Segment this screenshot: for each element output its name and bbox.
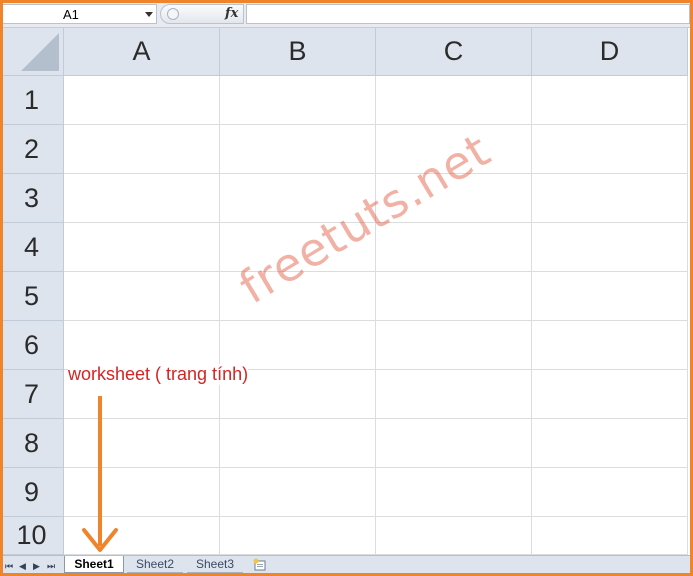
column-header-c[interactable]: C	[376, 28, 532, 76]
next-sheet-icon[interactable]: ▶	[33, 559, 40, 573]
column-header-b[interactable]: B	[220, 28, 376, 76]
insert-sheet-icon[interactable]	[252, 558, 268, 571]
cell-d6[interactable]	[532, 321, 688, 370]
cell-c7[interactable]	[376, 370, 532, 419]
name-box[interactable]: A1	[2, 4, 157, 24]
select-all-icon	[21, 33, 59, 71]
insert-function-icon[interactable]: fx	[225, 6, 238, 21]
row-header-9[interactable]: 9	[0, 468, 64, 517]
cell-a1[interactable]	[64, 76, 220, 125]
column-header-d[interactable]: D	[532, 28, 688, 76]
cell-c10[interactable]	[376, 517, 532, 555]
cell-c9[interactable]	[376, 468, 532, 517]
cell-b8[interactable]	[220, 419, 376, 468]
cell-b1[interactable]	[220, 76, 376, 125]
cell-d5[interactable]	[532, 272, 688, 321]
row-header-1[interactable]: 1	[0, 76, 64, 125]
cell-d9[interactable]	[532, 468, 688, 517]
cell-c6[interactable]	[376, 321, 532, 370]
cell-c5[interactable]	[376, 272, 532, 321]
sheet-tab-bar: ⏮ ◀ ▶ ⏭ Sheet1 Sheet2 Sheet3	[0, 555, 693, 576]
cell-a5[interactable]	[64, 272, 220, 321]
chevron-down-icon[interactable]	[145, 12, 153, 17]
row-header-6[interactable]: 6	[0, 321, 64, 370]
cell-d8[interactable]	[532, 419, 688, 468]
sheet-tab-sheet1[interactable]: Sheet1	[64, 556, 124, 573]
row-header-5[interactable]: 5	[0, 272, 64, 321]
column-header-a[interactable]: A	[64, 28, 220, 76]
row-header-2[interactable]: 2	[0, 125, 64, 174]
sheet-tab-sheet2[interactable]: Sheet2	[127, 556, 183, 573]
resize-grip-icon[interactable]	[167, 8, 179, 20]
cell-c4[interactable]	[376, 223, 532, 272]
cell-b10[interactable]	[220, 517, 376, 555]
cell-d7[interactable]	[532, 370, 688, 419]
cell-d4[interactable]	[532, 223, 688, 272]
formula-bar: A1 fx	[0, 0, 693, 28]
cell-b2[interactable]	[220, 125, 376, 174]
annotation-label: worksheet ( trang tính)	[68, 364, 249, 385]
cell-b9[interactable]	[220, 468, 376, 517]
row-header-7[interactable]: 7	[0, 370, 64, 419]
cell-d3[interactable]	[532, 174, 688, 223]
cell-a6[interactable]	[64, 321, 220, 370]
row-header-4[interactable]: 4	[0, 223, 64, 272]
sheet-tab-sheet3[interactable]: Sheet3	[187, 556, 243, 573]
formula-controls: fx	[160, 4, 244, 24]
first-sheet-icon[interactable]: ⏮	[5, 559, 13, 573]
cell-d10[interactable]	[532, 517, 688, 555]
cell-d1[interactable]	[532, 76, 688, 125]
row-header-8[interactable]: 8	[0, 419, 64, 468]
cell-c1[interactable]	[376, 76, 532, 125]
select-all-button[interactable]	[0, 28, 64, 76]
name-box-value: A1	[63, 7, 79, 22]
cell-a3[interactable]	[64, 174, 220, 223]
cell-d2[interactable]	[532, 125, 688, 174]
cell-b6[interactable]	[220, 321, 376, 370]
cell-a4[interactable]	[64, 223, 220, 272]
previous-sheet-icon[interactable]: ◀	[19, 559, 26, 573]
last-sheet-icon[interactable]: ⏭	[47, 559, 55, 573]
cell-c8[interactable]	[376, 419, 532, 468]
row-header-3[interactable]: 3	[0, 174, 64, 223]
annotation-arrow	[82, 396, 118, 552]
formula-input[interactable]	[246, 4, 690, 24]
row-header-10[interactable]: 10	[0, 517, 64, 555]
cell-a2[interactable]	[64, 125, 220, 174]
